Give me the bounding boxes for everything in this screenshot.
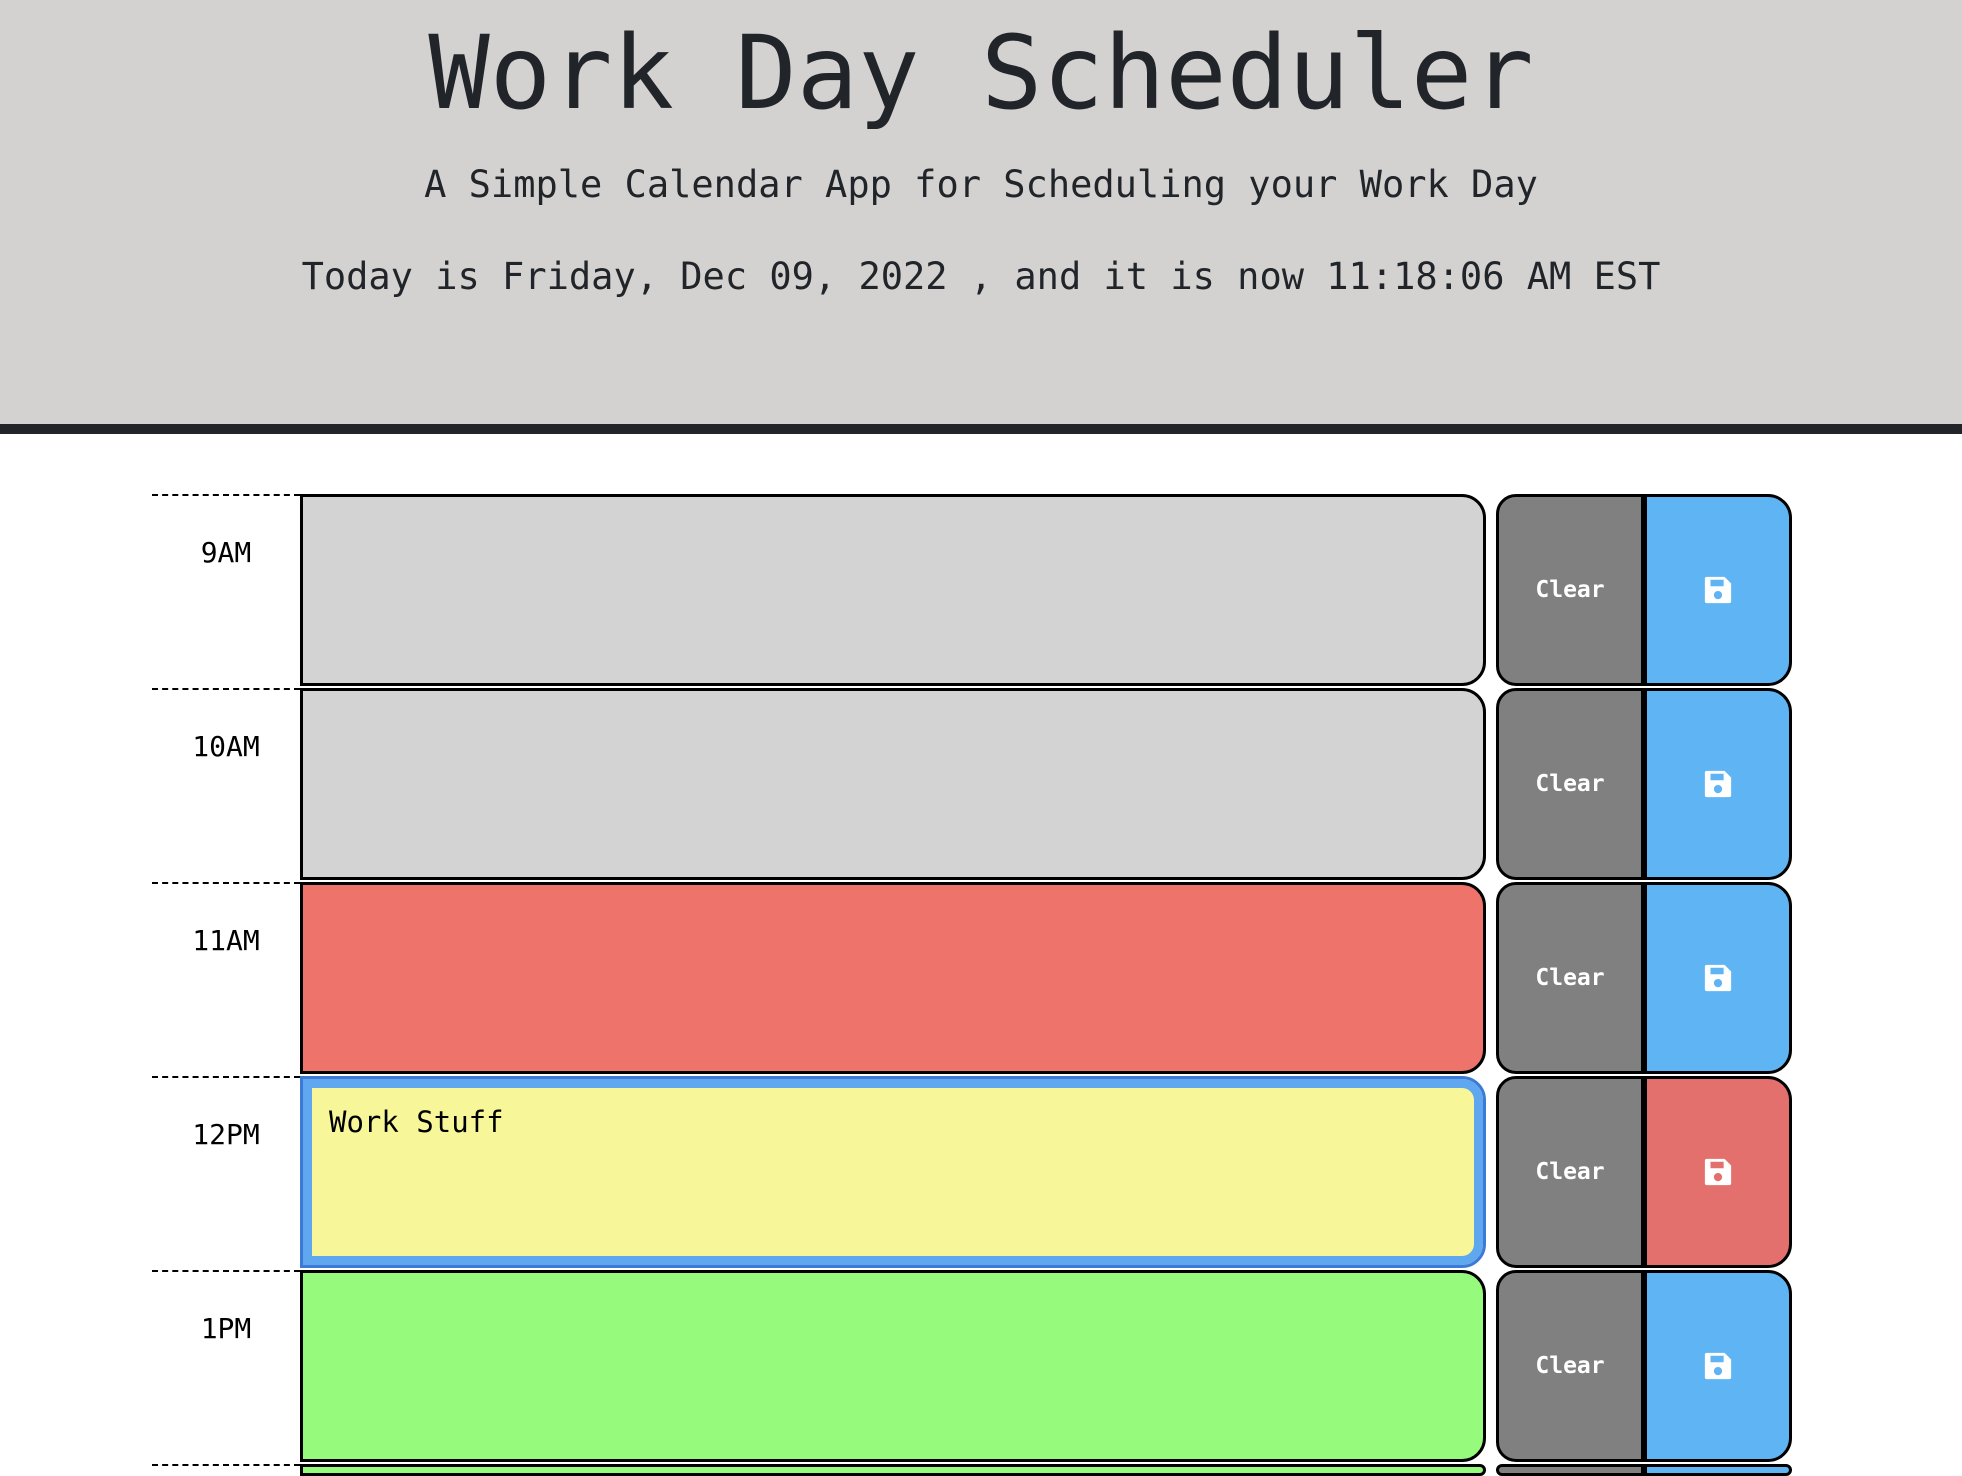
save-button[interactable]: [1644, 494, 1792, 686]
header: Work Day Scheduler A Simple Calendar App…: [0, 0, 1962, 434]
hour-label: 11AM: [152, 882, 300, 1076]
description-input[interactable]: [300, 882, 1486, 1074]
clear-button[interactable]: Clear: [1496, 1076, 1644, 1268]
time-block-1pm: 1PM Clear: [152, 1270, 1792, 1464]
description-input[interactable]: [300, 494, 1486, 686]
save-button[interactable]: [1644, 1464, 1792, 1476]
description-input[interactable]: [300, 688, 1486, 880]
page-subtitle: A Simple Calendar App for Scheduling you…: [424, 163, 1538, 206]
save-button[interactable]: [1644, 1270, 1792, 1462]
hour-label: 1PM: [152, 1270, 300, 1464]
time-block-12pm: 12PM Work Stuff Clear: [152, 1076, 1792, 1270]
description-input[interactable]: [300, 1270, 1486, 1462]
time-block-11am: 11AM Clear: [152, 882, 1792, 1076]
floppy-disk-icon: [1704, 1352, 1732, 1380]
clear-button[interactable]: Clear: [1496, 882, 1644, 1074]
clear-button[interactable]: Clear: [1496, 1270, 1644, 1462]
floppy-disk-icon: [1704, 770, 1732, 798]
save-button[interactable]: [1644, 1076, 1792, 1268]
clear-button[interactable]: Clear: [1496, 494, 1644, 686]
page-title: Work Day Scheduler: [428, 14, 1534, 133]
floppy-disk-icon: [1704, 964, 1732, 992]
time-block-10am: 10AM Clear: [152, 688, 1792, 882]
hour-label: 9AM: [152, 494, 300, 688]
save-button[interactable]: [1644, 688, 1792, 880]
time-block-9am: 9AM Clear: [152, 494, 1792, 688]
description-input[interactable]: [300, 1464, 1486, 1476]
hour-label: 12PM: [152, 1076, 300, 1270]
time-block-next: [152, 1464, 1792, 1476]
description-input[interactable]: Work Stuff: [300, 1076, 1486, 1268]
schedule: 9AM Clear 10AM Clear 11AM Clear 12PM Wor…: [152, 494, 1792, 1464]
hour-label: [152, 1464, 300, 1470]
clear-button[interactable]: Clear: [1496, 688, 1644, 880]
save-button[interactable]: [1644, 882, 1792, 1074]
current-datetime: Today is Friday, Dec 09, 2022 , and it i…: [301, 255, 1661, 298]
hour-label: 10AM: [152, 688, 300, 882]
floppy-disk-icon: [1704, 576, 1732, 604]
clear-button[interactable]: [1496, 1464, 1644, 1476]
floppy-disk-icon: [1704, 1158, 1732, 1186]
